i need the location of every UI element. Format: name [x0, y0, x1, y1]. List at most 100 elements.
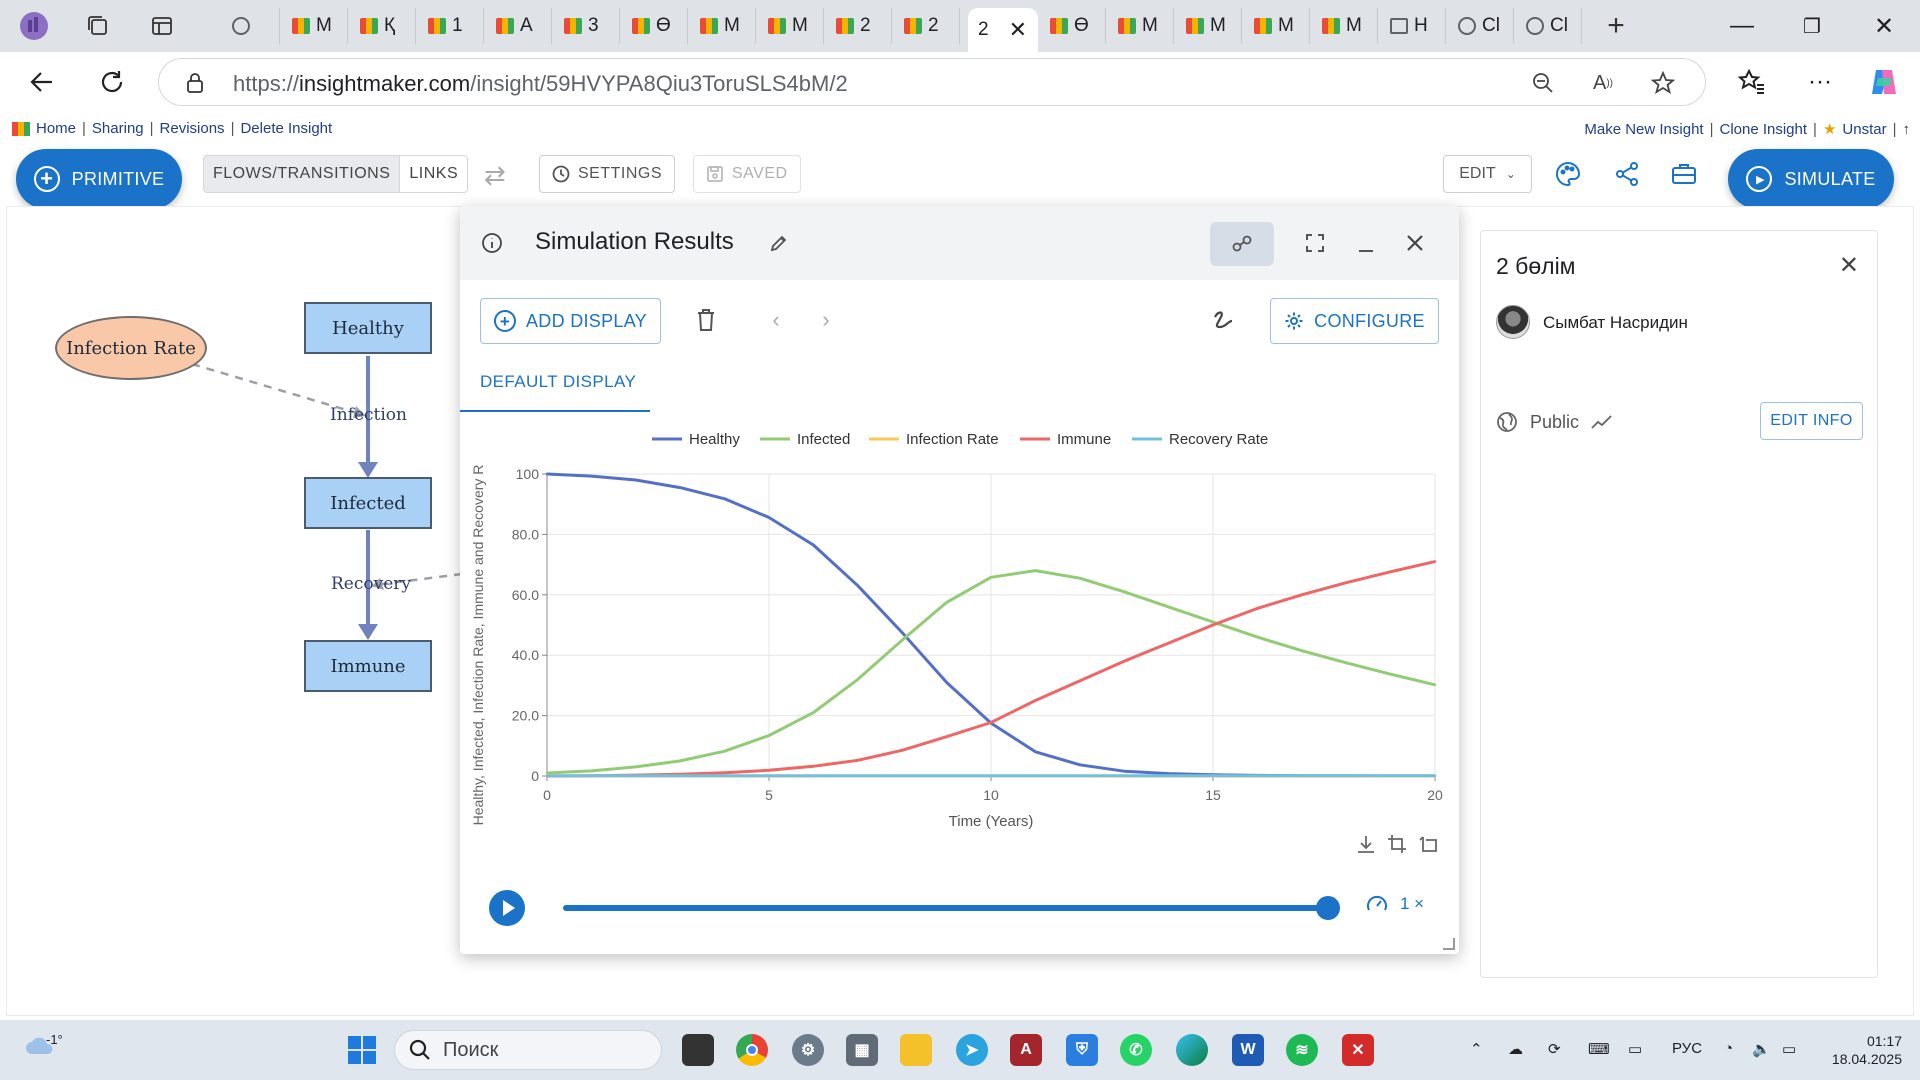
tray-keyboard-icon[interactable]: ⌨ [1588, 1040, 1610, 1058]
taskbar-clock[interactable]: 01:17 18.04.2025 [1822, 1032, 1902, 1068]
security-shield-icon[interactable]: ⛨ [1066, 1034, 1098, 1066]
stock-healthy[interactable]: Healthy [304, 302, 432, 354]
settings-button[interactable]: SETTINGS [539, 155, 676, 193]
tray-chevron-icon[interactable]: ⌃ [1470, 1040, 1483, 1058]
favorite-star-icon[interactable] [1649, 69, 1677, 97]
browser-tab[interactable]: Ө [622, 8, 688, 44]
close-tab-icon[interactable]: ✕ [1009, 17, 1027, 43]
new-tab-icon[interactable]: + [1600, 9, 1632, 42]
chrome-icon[interactable] [736, 1034, 768, 1066]
legend-item[interactable]: Infected [797, 431, 850, 448]
previous-display-icon[interactable]: ‹ [759, 303, 793, 337]
time-slider-handle[interactable] [1316, 896, 1340, 920]
clone-insight-link[interactable]: Clone Insight [1719, 121, 1807, 138]
close-panel-icon[interactable] [1398, 226, 1432, 260]
browser-tab[interactable]: 2 [894, 8, 960, 44]
flow-label-infection[interactable]: Infection [330, 405, 407, 425]
weather-widget[interactable]: -1° [24, 1032, 63, 1059]
browser-tab[interactable]: М [1176, 8, 1242, 44]
browser-tab[interactable]: 3 [554, 8, 620, 44]
simulation-window-header[interactable]: Simulation Results [460, 206, 1459, 280]
battery-icon[interactable]: ▭ [1782, 1040, 1796, 1058]
pdf-app-icon[interactable]: ✕ [1342, 1034, 1374, 1066]
next-display-icon[interactable]: › [809, 303, 843, 337]
browser-tab-active[interactable]: 2 ✕ [968, 8, 1038, 52]
make-new-insight-link[interactable]: Make New Insight [1584, 121, 1703, 138]
playback-speed-control[interactable]: 1 × [1366, 894, 1424, 914]
whatsapp-icon[interactable]: ✆ [1120, 1034, 1152, 1066]
browser-tab[interactable]: Н [1380, 8, 1446, 44]
browser-tab[interactable]: М [1108, 8, 1174, 44]
browser-tab[interactable]: Cl [1448, 8, 1514, 44]
edit-menu-button[interactable]: EDIT ⌄ [1443, 155, 1532, 193]
close-window-icon[interactable]: ✕ [1864, 10, 1904, 42]
browser-tab[interactable]: М [690, 8, 756, 44]
edit-info-button[interactable]: EDIT INFO [1760, 402, 1863, 440]
time-slider-track[interactable] [563, 905, 1333, 911]
configure-button[interactable]: CONFIGURE [1270, 298, 1439, 344]
browser-tab[interactable]: М [1244, 8, 1310, 44]
legend-item[interactable]: Recovery Rate [1169, 431, 1268, 448]
author-name[interactable]: Сымбат Насридин [1543, 313, 1688, 333]
tray-network-status-icon[interactable]: ☁ [1508, 1040, 1523, 1058]
swap-arrows-icon[interactable]: ⇄ [484, 160, 506, 191]
close-panel-icon[interactable]: ✕ [1839, 251, 1859, 280]
volume-icon[interactable]: 🔈 [1752, 1040, 1771, 1058]
smooth-curve-icon[interactable] [1208, 303, 1242, 337]
favorites-icon[interactable] [1734, 64, 1770, 100]
delete-trash-icon[interactable] [689, 303, 723, 337]
wifi-icon[interactable]: ◔ [1724, 1040, 1733, 1057]
download-chart-icon[interactable] [1349, 827, 1383, 861]
info-icon[interactable] [475, 226, 509, 260]
variable-infection-rate[interactable]: Infection Rate [55, 316, 207, 380]
browser-tab[interactable]: М [1312, 8, 1378, 44]
restore-window-icon[interactable]: ❐ [1792, 10, 1832, 42]
legend-item[interactable]: Healthy [689, 431, 740, 448]
more-menu-icon[interactable]: ··· [1802, 64, 1838, 100]
tray-display-icon[interactable]: ▭ [1628, 1040, 1642, 1058]
play-button[interactable] [489, 890, 525, 926]
toolbox-icon[interactable] [1668, 158, 1700, 190]
zoom-reset-icon[interactable] [1411, 827, 1445, 861]
tab-default-display[interactable]: DEFAULT DISPLAY [480, 372, 636, 392]
edge-icon[interactable] [1176, 1034, 1208, 1066]
copilot-icon[interactable] [1866, 64, 1902, 100]
browser-tab[interactable]: 2 [826, 8, 892, 44]
access-icon[interactable]: A [1010, 1034, 1042, 1066]
fullscreen-icon[interactable] [1298, 226, 1332, 260]
up-arrow-link[interactable]: ↑ [1903, 121, 1911, 138]
browser-tab[interactable]: Ө [1040, 8, 1106, 44]
taskbar-search[interactable]: Поиск [394, 1030, 662, 1070]
flow-label-recovery[interactable]: Recovery [331, 574, 411, 594]
browser-tab[interactable]: М [758, 8, 824, 44]
legend-item[interactable]: Infection Rate [906, 431, 999, 448]
resize-handle[interactable] [1443, 938, 1455, 950]
browser-tab[interactable]: А [486, 8, 552, 44]
browser-tab[interactable]: Cl [1516, 8, 1582, 44]
spotify-icon[interactable]: ≋ [1286, 1034, 1318, 1066]
add-display-button[interactable]: + ADD DISPLAY [480, 298, 661, 344]
share-icon[interactable] [1611, 158, 1643, 190]
read-aloud-icon[interactable]: A)) [1589, 69, 1617, 97]
start-windows-icon[interactable] [346, 1034, 378, 1066]
minimize-panel-icon[interactable] [1349, 228, 1383, 262]
legend-item[interactable]: Immune [1057, 431, 1111, 448]
stock-infected[interactable]: Infected [304, 477, 432, 529]
zoom-out-icon[interactable] [1529, 69, 1557, 97]
tray-sync-icon[interactable]: ⟳ [1548, 1040, 1561, 1058]
file-explorer-icon[interactable] [900, 1034, 932, 1066]
edit-pencil-icon[interactable] [762, 226, 796, 260]
language-indicator[interactable]: РУС [1672, 1040, 1702, 1057]
unstar-link[interactable]: Unstar [1842, 121, 1886, 138]
calculator-icon[interactable]: ▦ [846, 1034, 878, 1066]
simulate-button[interactable]: ▶ SIMULATE [1728, 149, 1894, 209]
palette-icon[interactable] [1552, 158, 1584, 190]
avatar[interactable] [1496, 305, 1530, 339]
zoom-select-icon[interactable] [1380, 827, 1414, 861]
telegram-icon[interactable]: ➤ [956, 1034, 988, 1066]
file-viewer-icon[interactable] [682, 1034, 714, 1066]
saved-button[interactable]: SAVED [693, 155, 801, 193]
minimize-window-icon[interactable]: — [1722, 10, 1762, 42]
stock-immune[interactable]: Immune [304, 640, 432, 692]
settings-gear-icon[interactable]: ⚙ [792, 1034, 824, 1066]
